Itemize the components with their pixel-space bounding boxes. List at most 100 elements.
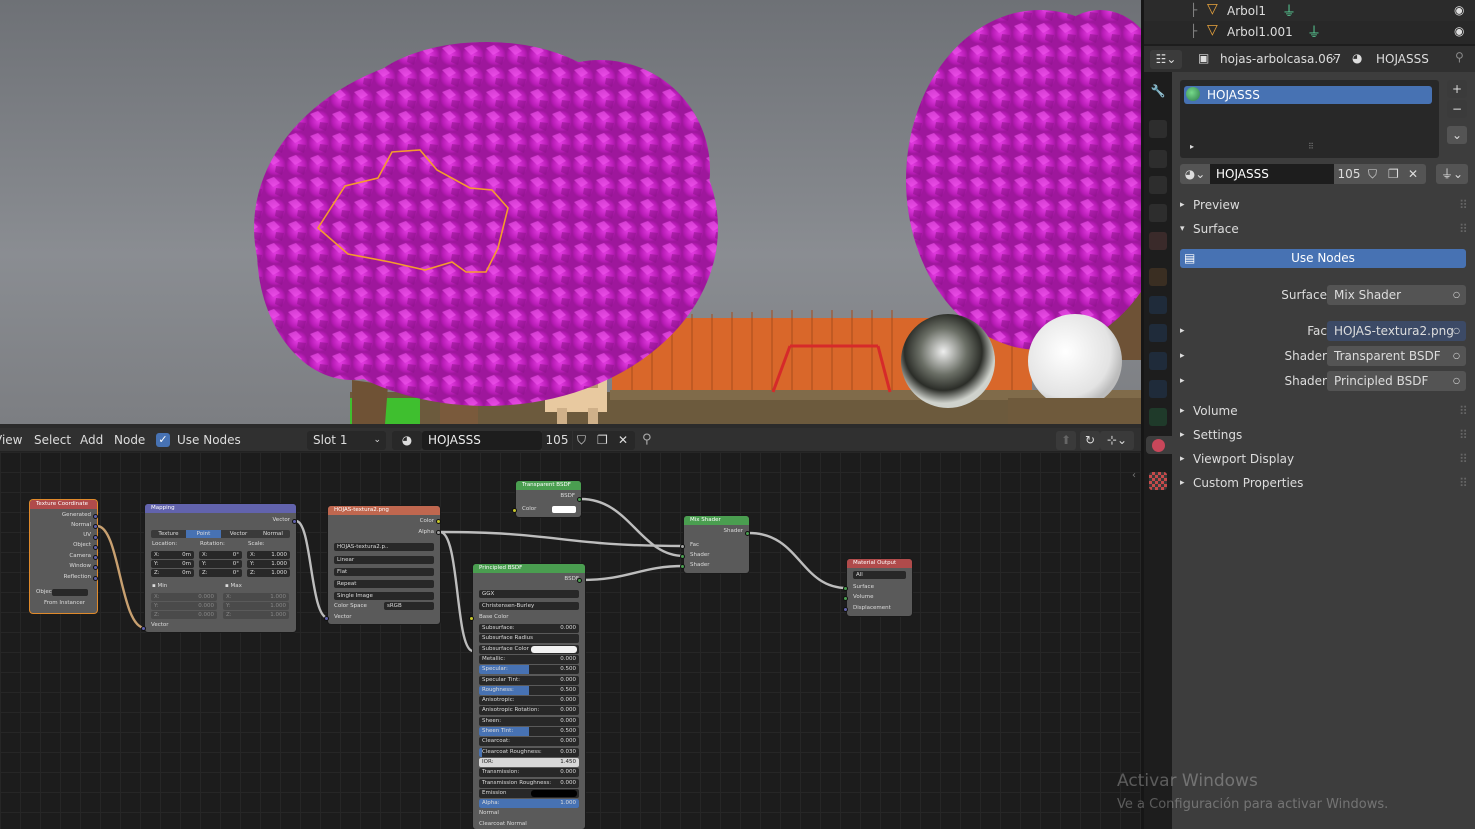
outliner-row[interactable]: ├ ▽ Arbol1 ⏚ ◉ — [1144, 0, 1475, 21]
menu-add[interactable]: Add — [80, 433, 103, 447]
node-socket[interactable] — [680, 554, 685, 559]
type-normal[interactable]: Normal — [256, 530, 290, 538]
modifier-tab-icon[interactable] — [1149, 296, 1167, 314]
shield-icon[interactable]: ⛉ — [1368, 164, 1377, 184]
scene-tab-icon[interactable] — [1149, 204, 1167, 222]
texture-tab-icon[interactable] — [1149, 472, 1167, 490]
color-swatch[interactable] — [552, 506, 576, 513]
pin-icon[interactable]: ⚲ — [642, 432, 652, 447]
snap-icon[interactable]: ↻ — [1080, 431, 1100, 450]
expand-triangle-icon[interactable]: ▸ — [1190, 142, 1194, 151]
mapping-field[interactable]: Z: 1.000 — [223, 611, 289, 619]
input-dropdown[interactable]: Transparent BSDF ○ — [1327, 346, 1466, 366]
node-socket[interactable] — [93, 576, 98, 581]
mapping-node[interactable]: Mapping Vector Texture Point Vector Norm… — [145, 504, 296, 632]
mapping-type-selector[interactable]: Texture Point Vector Normal — [151, 530, 290, 538]
sidebar-toggle-icon[interactable]: ‹ — [1132, 470, 1136, 481]
image-texture-node[interactable]: HOJAS-textura2.png Color Alpha HOJAS-tex… — [328, 506, 440, 624]
object-tab-icon[interactable] — [1149, 268, 1167, 286]
bsdf-property[interactable]: Transmission: 0.000 — [479, 768, 579, 778]
projection-dropdown[interactable]: Flat — [334, 568, 434, 576]
principled-bsdf-node[interactable]: Principled BSDF BSDF GGX Christensen-Bur… — [473, 564, 585, 829]
output-tab-icon[interactable] — [1149, 150, 1167, 168]
bsdf-property[interactable]: Clearcoat: 0.000 — [479, 737, 579, 747]
mapping-field[interactable]: X: 1.000 — [223, 593, 289, 601]
target-dropdown[interactable]: All — [853, 571, 906, 579]
drag-handle-icon[interactable]: ⠿ — [1459, 448, 1468, 470]
duplicate-icon[interactable]: ❐ — [1388, 164, 1399, 184]
bsdf-property[interactable]: IOR: 1.450 — [479, 757, 579, 767]
distribution-dropdown[interactable]: GGX — [479, 590, 579, 598]
view-layer-tab-icon[interactable] — [1149, 176, 1167, 194]
mapping-field[interactable]: Y: 1.000 — [247, 560, 290, 568]
input-dropdown[interactable]: HOJAS-textura2.png ○ — [1327, 321, 1466, 341]
node-editor-canvas[interactable]: ‹ Texture Coordinate Generated Normal UV… — [0, 452, 1141, 829]
interpolation-dropdown[interactable]: Linear — [334, 556, 434, 564]
node-socket[interactable] — [93, 535, 98, 540]
use-nodes-button[interactable]: ▤ Use Nodes — [1180, 249, 1466, 268]
source-dropdown[interactable]: Single Image — [334, 592, 434, 600]
users-count[interactable]: 105 — [1334, 164, 1364, 184]
mapping-field[interactable]: Z: 0m — [151, 569, 194, 577]
color-space-value[interactable]: sRGB — [384, 602, 434, 610]
mapping-field[interactable]: X: 0m — [151, 551, 194, 559]
node-socket[interactable] — [93, 545, 98, 550]
node-socket[interactable] — [292, 519, 297, 524]
mix-shader-node[interactable]: Mix Shader Shader Fac Shader Shader — [684, 516, 749, 573]
node-socket[interactable] — [93, 565, 98, 570]
drag-handle-icon[interactable]: ⠿ — [1459, 424, 1468, 446]
node-socket[interactable] — [512, 508, 517, 513]
from-instancer-checkbox[interactable]: From Instancer — [30, 599, 97, 608]
constraints-tab-icon[interactable] — [1149, 380, 1167, 398]
snap-grid-icon[interactable]: ⊹⌄ — [1100, 431, 1134, 450]
bsdf-property[interactable]: Clearcoat Normal — [479, 820, 527, 829]
duplicate-icon[interactable]: ❐ — [597, 431, 608, 450]
mapping-field[interactable]: X: 1.000 — [247, 551, 290, 559]
transparent-bsdf-node[interactable]: Transparent BSDF BSDF Color — [516, 481, 581, 517]
shield-icon[interactable]: ⛉ — [577, 431, 586, 450]
eye-icon[interactable]: ◉ — [1454, 24, 1464, 38]
type-texture[interactable]: Texture — [151, 530, 186, 538]
mapping-field[interactable]: Y: 0m — [151, 560, 194, 568]
bsdf-property[interactable]: Anisotropic: 0.000 — [479, 696, 579, 706]
bsdf-property[interactable]: Anisotropic Rotation: 0.000 — [479, 706, 579, 716]
panel-surface[interactable]: ▾ Surface ⠿ — [1172, 218, 1475, 240]
tool-tab-icon[interactable]: 🔧 — [1149, 84, 1167, 102]
bsdf-property[interactable]: Alpha: 1.000 — [479, 799, 579, 809]
mapping-field[interactable]: Z: 0.000 — [151, 611, 217, 619]
bsdf-property[interactable]: Specular Tint: 0.000 — [479, 675, 579, 685]
physics-tab-icon[interactable] — [1149, 352, 1167, 370]
bsdf-property[interactable]: Clearcoat Roughness: 0.030 — [479, 747, 579, 757]
material-name-field[interactable]: HOJASSS — [422, 431, 542, 450]
image-selector[interactable]: HOJAS-textura2.p.. — [334, 543, 434, 551]
color-swatch[interactable] — [531, 789, 577, 797]
slot-list-item[interactable]: HOJASSS — [1184, 86, 1432, 104]
bsdf-property[interactable]: Specular: 0.500 — [479, 665, 579, 675]
node-socket[interactable] — [680, 544, 685, 549]
color-swatch[interactable] — [531, 645, 577, 653]
editor-type-button[interactable]: ☷⌄ — [1150, 50, 1182, 69]
panel-preview[interactable]: ▸ Preview ⠿ — [1172, 194, 1475, 216]
extension-dropdown[interactable]: Repeat — [334, 580, 434, 588]
menu-view[interactable]: View — [0, 433, 22, 447]
node-socket[interactable] — [469, 616, 474, 621]
material-tab-icon[interactable] — [1146, 436, 1172, 454]
menu-select[interactable]: Select — [34, 433, 71, 447]
mapping-field[interactable]: Y: 0° — [199, 560, 242, 568]
drag-handle-icon[interactable]: ⠿ — [1459, 400, 1468, 422]
node-socket[interactable] — [843, 607, 848, 612]
input-dropdown[interactable]: Principled BSDF ○ — [1327, 371, 1466, 391]
browse-material-button[interactable]: ◕⌄ — [1180, 164, 1210, 184]
node-socket[interactable] — [843, 586, 848, 591]
bsdf-property[interactable]: Subsurface Color — [479, 644, 579, 654]
mapping-field[interactable]: Z: 0° — [199, 569, 242, 577]
bsdf-property[interactable]: Sheen: 0.000 — [479, 716, 579, 726]
node-socket[interactable] — [324, 616, 329, 621]
3d-viewport[interactable] — [0, 0, 1141, 424]
color-space-row[interactable]: Color Space sRGB — [328, 602, 440, 611]
pin-icon[interactable]: ⚲ — [1455, 50, 1464, 64]
slot-dropdown[interactable]: Slot 1 ⌄ — [307, 431, 386, 450]
panel-custom-properties[interactable]: ▸ Custom Properties ⠿ — [1172, 472, 1475, 494]
expand-triangle-icon[interactable]: ▸ — [1180, 320, 1185, 342]
users-count[interactable]: 105 — [542, 431, 572, 450]
